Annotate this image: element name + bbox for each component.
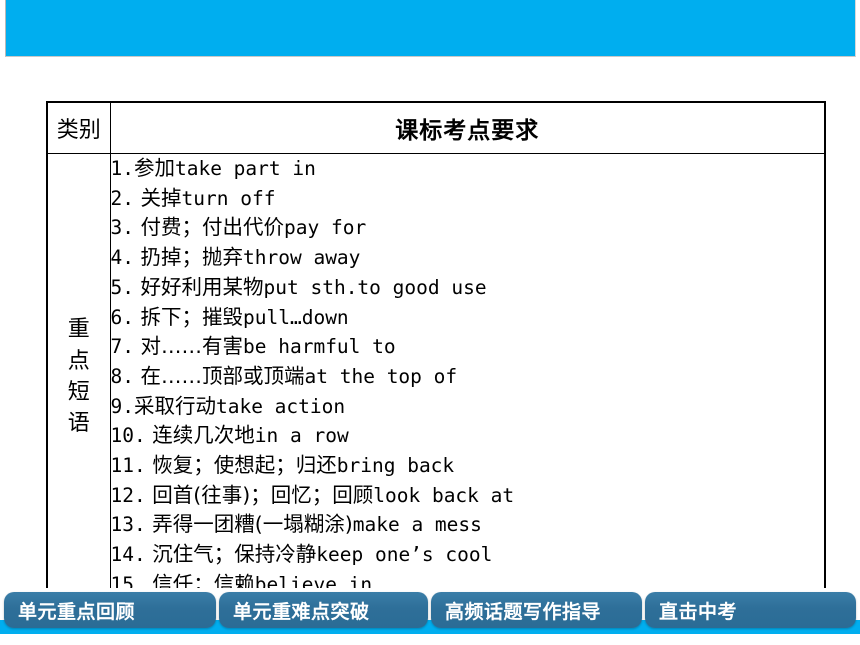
tab-unit-difficult-points[interactable]: 单元重难点突破	[219, 592, 428, 628]
list-item: 9.采取行动take action	[111, 392, 825, 422]
item-number: 6.	[110, 305, 134, 329]
tab-writing-guidance[interactable]: 高频话题写作指导	[431, 592, 642, 628]
item-number: 12.	[110, 483, 146, 507]
item-number: 5.	[110, 275, 134, 299]
item-chinese: 对……有害	[133, 334, 244, 359]
list-item: 11. 恢复；使想起；归还bring back	[111, 451, 825, 481]
list-item: 10. 连续几次地in a row	[111, 421, 825, 451]
phrase-list-cell: 1.参加take part in 2. 关掉turn off 3. 付费；付出代…	[109, 152, 826, 602]
header-category: 类别	[46, 101, 111, 154]
list-item: 2. 关掉turn off	[111, 184, 825, 214]
list-item: 13. 弄得一团糟(一塌糊涂)make a mess	[111, 510, 825, 540]
category-char: 短	[67, 379, 90, 405]
item-chinese: 连续几次地	[145, 423, 255, 448]
item-english: take part in	[174, 157, 316, 180]
item-number: 14.	[110, 543, 146, 567]
item-chinese: 弄得一团糟(一塌糊涂)	[145, 512, 353, 537]
item-number: 13.	[110, 513, 146, 537]
vocabulary-table: 类别 课标考点要求 重 点 短 语 1.参加take part in 2. 关掉…	[46, 101, 826, 602]
table-header-row: 类别 课标考点要求	[46, 101, 826, 154]
table-row: 重 点 短 语 1.参加take part in 2. 关掉turn off 3…	[46, 152, 826, 602]
item-english: make a mess	[352, 513, 482, 537]
category-cell-key-phrases: 重 点 短 语	[46, 152, 111, 602]
list-item: 7. 对……有害be harmful to	[111, 332, 825, 362]
item-number: 2.	[110, 186, 134, 210]
slide-content-area: 类别 课标考点要求 重 点 短 语 1.参加take part in 2. 关掉…	[0, 57, 860, 602]
item-number: 1.	[110, 157, 134, 180]
list-item: 3. 付费；付出代价pay for	[111, 213, 825, 243]
list-item: 4. 扔掉；抛弃throw away	[111, 243, 825, 273]
list-item: 8. 在……顶部或顶端at the top of	[111, 362, 825, 392]
item-number: 10.	[110, 424, 146, 448]
item-english: bring back	[336, 454, 455, 478]
item-english: in a row	[254, 424, 349, 448]
item-chinese: 在……顶部或顶端	[133, 363, 305, 388]
list-item: 1.参加take part in	[111, 154, 825, 184]
item-chinese: 付费；付出代价	[133, 215, 285, 240]
list-item: 6. 拆下；摧毁pull…down	[111, 303, 825, 333]
list-item: 14. 沉住气；保持冷静keep one’s cool	[111, 540, 825, 570]
item-number: 7.	[110, 335, 134, 359]
item-chinese: 恢复；使想起；归还	[145, 453, 337, 478]
item-chinese: 扔掉；抛弃	[133, 245, 244, 270]
category-vertical-text: 重 点 短 语	[68, 314, 90, 439]
bottom-tab-bar: 单元重点回顾 单元重难点突破 高频话题写作指导 直击中考	[0, 588, 860, 645]
item-chinese: 采取行动	[133, 393, 216, 418]
item-chinese: 沉住气；保持冷静	[145, 542, 317, 567]
item-chinese: 回首(往事)；回忆；回顾	[145, 482, 374, 507]
item-chinese: 参加	[133, 156, 175, 180]
item-english: pull…down	[243, 305, 349, 329]
item-english: look back at	[373, 483, 515, 507]
item-chinese: 关掉	[133, 185, 182, 210]
item-english: be harmful to	[243, 335, 396, 359]
header-main: 课标考点要求	[109, 101, 826, 154]
item-english: keep one’s cool	[316, 543, 493, 567]
item-english: throw away	[243, 246, 361, 270]
tab-unit-key-review[interactable]: 单元重点回顾	[4, 592, 216, 628]
item-english: put sth.to good use	[263, 275, 487, 299]
item-english: take action	[215, 394, 346, 418]
category-char: 语	[67, 411, 90, 436]
item-english: turn off	[181, 186, 276, 210]
top-banner	[5, 0, 856, 57]
item-chinese: 拆下；摧毁	[133, 304, 244, 329]
item-number: 3.	[110, 216, 134, 240]
tab-exam-focus[interactable]: 直击中考	[645, 592, 856, 628]
item-number: 9.	[110, 394, 134, 418]
tab-label: 单元重点回顾	[18, 600, 136, 623]
item-chinese: 好好利用某物	[133, 274, 264, 299]
list-item: 5. 好好利用某物put sth.to good use	[111, 273, 825, 303]
item-english: at the top of	[304, 364, 458, 388]
category-char: 重	[67, 317, 90, 343]
list-item: 12. 回首(往事)；回忆；回顾look back at	[111, 481, 825, 511]
item-english: pay for	[284, 216, 367, 240]
category-char: 点	[67, 348, 90, 374]
tab-label: 高频话题写作指导	[445, 600, 602, 623]
tab-label: 直击中考	[659, 600, 738, 623]
item-number: 4.	[110, 246, 134, 270]
item-number: 8.	[110, 364, 134, 388]
tab-label: 单元重难点突破	[233, 600, 370, 623]
item-number: 11.	[110, 454, 146, 478]
